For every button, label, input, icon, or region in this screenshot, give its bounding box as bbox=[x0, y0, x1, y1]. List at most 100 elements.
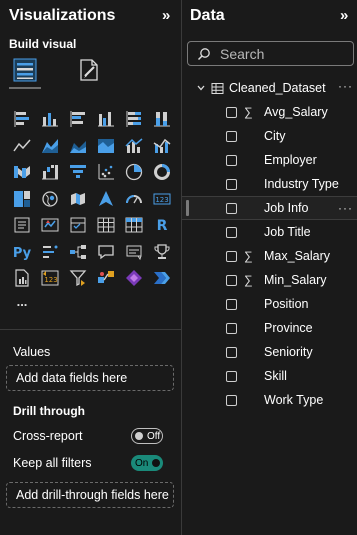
cross-report-toggle[interactable]: Off bbox=[131, 428, 163, 444]
keep-filters-row: Keep all filters On bbox=[13, 455, 163, 471]
search-input[interactable]: Search bbox=[187, 41, 354, 66]
field-checkbox[interactable] bbox=[226, 154, 237, 166]
field-employer[interactable]: Employer bbox=[182, 148, 357, 172]
paginated-report-icon[interactable] bbox=[8, 265, 36, 292]
field-city[interactable]: City bbox=[182, 124, 357, 148]
field-label: City bbox=[264, 129, 286, 143]
chevron-down-icon[interactable] bbox=[196, 83, 206, 93]
decomposition-tree-icon[interactable] bbox=[64, 239, 92, 266]
slicer-icon[interactable] bbox=[64, 212, 92, 239]
qa-icon[interactable] bbox=[92, 239, 120, 266]
waterfall-icon[interactable] bbox=[36, 159, 64, 186]
sigma-icon: ∑ bbox=[244, 273, 253, 287]
field-checkbox[interactable] bbox=[226, 322, 237, 334]
scatter-icon[interactable] bbox=[92, 159, 120, 186]
stacked-bar-icon[interactable] bbox=[8, 106, 36, 133]
field-more-options[interactable]: ··· bbox=[338, 201, 353, 215]
map-icon[interactable] bbox=[36, 186, 64, 213]
matrix-icon[interactable] bbox=[120, 212, 148, 239]
field-checkbox[interactable] bbox=[226, 202, 237, 214]
filled-map-icon[interactable] bbox=[64, 186, 92, 213]
line-stacked-column-icon[interactable] bbox=[120, 133, 148, 160]
field-min-salary[interactable]: ∑ Min_Salary bbox=[182, 268, 357, 292]
table-row-cleaned-dataset[interactable]: Cleaned_Dataset ··· bbox=[182, 76, 357, 100]
drill-through-well[interactable]: Add drill-through fields here bbox=[6, 482, 174, 508]
stacked-column-icon[interactable] bbox=[36, 106, 64, 133]
ribbon-chart-icon[interactable] bbox=[8, 159, 36, 186]
power-automate-icon[interactable] bbox=[64, 265, 92, 292]
key-influencers-icon[interactable] bbox=[36, 239, 64, 266]
100-stacked-bar-icon[interactable] bbox=[120, 106, 148, 133]
field-checkbox[interactable] bbox=[226, 370, 237, 382]
field-checkbox[interactable] bbox=[226, 346, 237, 358]
field-checkbox[interactable] bbox=[226, 130, 237, 142]
pie-icon[interactable] bbox=[120, 159, 148, 186]
smart-narrative-icon[interactable] bbox=[120, 239, 148, 266]
field-job-info[interactable]: Job Info ··· bbox=[182, 196, 357, 220]
area-chart-icon[interactable] bbox=[36, 133, 64, 160]
drill-through-label: Drill through bbox=[13, 404, 85, 418]
azure-map-icon[interactable] bbox=[92, 186, 120, 213]
stacked-area-icon[interactable] bbox=[64, 133, 92, 160]
100-stacked-area-icon[interactable] bbox=[92, 133, 120, 160]
multi-row-card-icon[interactable] bbox=[8, 212, 36, 239]
card-icon[interactable]: 123 bbox=[148, 186, 176, 213]
visual-gallery: 123 R Py 123 ... bbox=[8, 106, 176, 312]
field-label: Position bbox=[264, 297, 309, 311]
power-apps-icon[interactable]: 123 bbox=[36, 265, 64, 292]
field-checkbox[interactable] bbox=[226, 106, 237, 118]
power-apps-2-icon[interactable] bbox=[120, 265, 148, 292]
keep-filters-toggle[interactable]: On bbox=[131, 455, 163, 471]
field-avg-salary[interactable]: ∑ Avg_Salary bbox=[182, 100, 357, 124]
active-tab-indicator bbox=[9, 87, 41, 89]
line-chart-icon[interactable] bbox=[8, 133, 36, 160]
format-visual-tab[interactable] bbox=[74, 55, 104, 85]
collapse-visualizations-button[interactable]: » bbox=[162, 7, 170, 24]
clustered-column-icon[interactable] bbox=[92, 106, 120, 133]
values-placeholder: Add data fields here bbox=[16, 371, 128, 385]
build-visual-tab[interactable] bbox=[10, 55, 40, 85]
svg-text:Py: Py bbox=[13, 246, 32, 261]
table-icon[interactable] bbox=[92, 212, 120, 239]
clustered-bar-icon[interactable] bbox=[64, 106, 92, 133]
field-industry-type[interactable]: Industry Type bbox=[182, 172, 357, 196]
field-checkbox[interactable] bbox=[226, 226, 237, 238]
gauge-icon[interactable] bbox=[120, 186, 148, 213]
field-work-type[interactable]: Work Type bbox=[182, 388, 357, 412]
field-skill[interactable]: Skill bbox=[182, 364, 357, 388]
field-job-title[interactable]: Job Title bbox=[182, 220, 357, 244]
field-checkbox[interactable] bbox=[226, 394, 237, 406]
field-province[interactable]: Province bbox=[182, 316, 357, 340]
values-well[interactable]: Add data fields here bbox=[6, 365, 174, 391]
field-label: Work Type bbox=[264, 393, 324, 407]
power-automate-flow-icon[interactable] bbox=[148, 265, 176, 292]
field-label: Seniority bbox=[264, 345, 313, 359]
treemap-icon[interactable] bbox=[8, 186, 36, 213]
data-pane: Data » Search Cleaned_Dataset ··· ∑ Avg_… bbox=[182, 0, 357, 535]
field-checkbox[interactable] bbox=[226, 250, 237, 262]
r-visual-icon[interactable]: R bbox=[148, 212, 176, 239]
funnel-icon[interactable] bbox=[64, 159, 92, 186]
field-label: Min_Salary bbox=[264, 273, 327, 287]
table-more-options[interactable]: ··· bbox=[338, 79, 353, 93]
field-label: Skill bbox=[264, 369, 287, 383]
search-placeholder: Search bbox=[220, 45, 265, 62]
cross-report-state: Off bbox=[147, 430, 161, 442]
kpi-icon[interactable] bbox=[36, 212, 64, 239]
arcgis-icon[interactable] bbox=[92, 265, 120, 292]
collapse-data-button[interactable]: » bbox=[340, 7, 348, 24]
field-checkbox[interactable] bbox=[226, 274, 237, 286]
donut-icon[interactable] bbox=[148, 159, 176, 186]
100-stacked-column-icon[interactable] bbox=[148, 106, 176, 133]
svg-text:R: R bbox=[157, 218, 168, 234]
line-clustered-column-icon[interactable] bbox=[148, 133, 176, 160]
svg-text:123: 123 bbox=[155, 196, 168, 204]
field-seniority[interactable]: Seniority bbox=[182, 340, 357, 364]
field-position[interactable]: Position bbox=[182, 292, 357, 316]
field-checkbox[interactable] bbox=[226, 298, 237, 310]
field-max-salary[interactable]: ∑ Max_Salary bbox=[182, 244, 357, 268]
python-visual-icon[interactable]: Py bbox=[8, 239, 36, 266]
field-checkbox[interactable] bbox=[226, 178, 237, 190]
more-visuals-button[interactable]: ... bbox=[8, 292, 36, 312]
metrics-icon[interactable] bbox=[148, 239, 176, 266]
